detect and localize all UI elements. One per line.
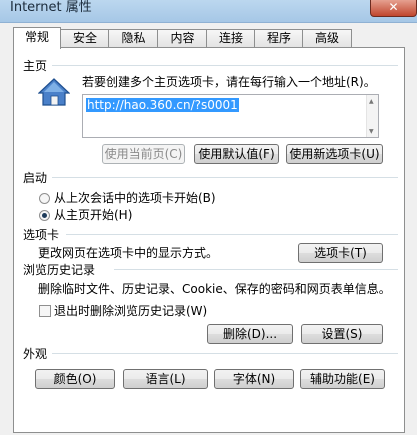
history-section-label: 浏览历史记录 [23,263,96,277]
appearance-section-label: 外观 [23,347,48,361]
textbox-scrollbar[interactable]: ▲ ▼ [366,95,378,137]
radio-last-session[interactable] [39,193,50,204]
tab-content[interactable]: 内容 [157,29,208,47]
delete-history-button[interactable]: 删除(D)... [207,324,293,344]
radio-last-session-label[interactable]: 从上次会话中的选项卡开始(B) [54,189,216,206]
title-bar: Internet 属性 ✕ [0,0,417,23]
delete-on-exit-checkbox[interactable] [39,305,51,317]
tabs-settings-button[interactable]: 选项卡(T) [298,243,383,263]
tab-general[interactable]: 常规 [13,27,61,49]
tab-connections[interactable]: 连接 [206,29,256,47]
tab-advanced[interactable]: 高级 [302,29,352,47]
window-title: Internet 属性 [10,0,92,15]
tabs-divider [66,234,398,235]
home-section-label: 主页 [23,59,48,73]
scroll-up-icon[interactable]: ▲ [369,98,374,105]
tab-privacy[interactable]: 隐私 [108,29,159,47]
languages-button[interactable]: 语言(L) [123,369,208,389]
tabs-description: 更改网页在选项卡中的显示方式。 [38,246,219,260]
tab-programs[interactable]: 程序 [254,29,304,47]
delete-on-exit-label[interactable]: 退出时删除浏览历史记录(W) [54,302,207,319]
history-description: 删除临时文件、历史记录、Cookie、保存的密码和网页表单信息。 [38,282,391,296]
use-current-button[interactable]: 使用当前页(C) [102,144,185,164]
close-button[interactable]: ✕ [370,0,417,17]
home-instruction: 若要创建多个主页选项卡，请在每行输入一个地址(R)。 [82,75,376,89]
scroll-down-icon[interactable]: ▼ [369,128,374,135]
home-url-value: http://hao.360.cn/?s0001 [86,98,239,112]
fonts-button[interactable]: 字体(N) [214,369,294,389]
history-divider [114,269,398,270]
home-divider [52,65,398,66]
house-icon [38,78,70,106]
history-settings-button[interactable]: 设置(S) [301,324,383,344]
tab-security[interactable]: 安全 [60,29,110,47]
general-tab-panel: 主页 若要创建多个主页选项卡，请在每行输入一个地址(R)。 http://hao… [13,47,405,433]
accessibility-button[interactable]: 辅助功能(E) [300,369,385,389]
startup-section-label: 启动 [23,171,48,185]
use-default-button[interactable]: 使用默认值(F) [194,144,279,164]
tabs-section-label: 选项卡 [23,228,60,242]
use-new-tab-button[interactable]: 使用新选项卡(U) [286,144,383,164]
appearance-divider [52,353,398,354]
colors-button[interactable]: 颜色(O) [35,369,115,389]
radio-home-page[interactable] [39,210,50,221]
startup-divider [52,177,398,178]
close-icon: ✕ [388,0,399,14]
radio-home-page-label[interactable]: 从主页开始(H) [54,206,132,223]
home-url-textbox[interactable]: http://hao.360.cn/?s0001 ▲ ▼ [82,94,379,138]
